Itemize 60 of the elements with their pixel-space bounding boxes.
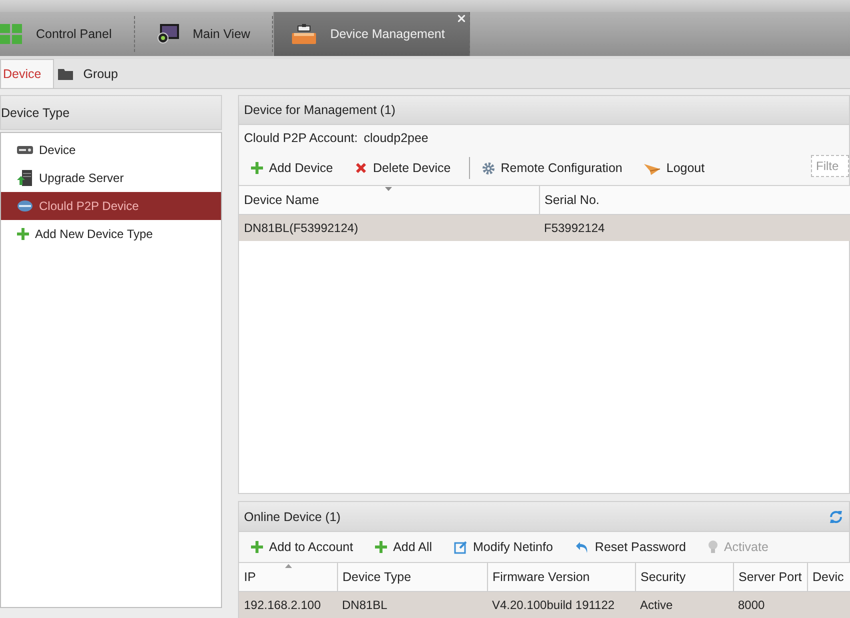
sub-tab[interactable]: Device bbox=[0, 59, 54, 88]
device-type-item[interactable]: Upgrade Server bbox=[1, 164, 221, 192]
toolbar-button[interactable]: Delete Device bbox=[354, 158, 459, 178]
column-header[interactable]: Server Port bbox=[733, 562, 807, 592]
paper-plane-icon bbox=[644, 162, 660, 174]
table-cell: V4.20.100build 191122 bbox=[492, 598, 615, 612]
column-header[interactable]: Security bbox=[635, 562, 733, 592]
cloud-device-icon bbox=[17, 200, 33, 212]
account-name: cloudp2pee bbox=[364, 131, 428, 145]
table-cell: 8000 bbox=[738, 598, 765, 612]
toolbar-button[interactable]: Add All bbox=[375, 537, 440, 557]
column-header[interactable]: Device Type bbox=[337, 562, 487, 592]
monitor-camera-icon bbox=[156, 24, 179, 44]
column-header[interactable]: Firmware Version bbox=[487, 562, 635, 592]
table-cell: 192.168.2.100 bbox=[244, 598, 321, 612]
main-tab[interactable]: Device Management bbox=[273, 12, 470, 56]
table-row[interactable]: 192.168.2.100 DN81BL V4.20.100build 191122 Active 8000 bbox=[239, 592, 850, 618]
column-header[interactable]: Device Name bbox=[239, 186, 539, 214]
table-cell: DN81BL(F53992124) bbox=[244, 221, 358, 235]
device-type-item[interactable]: Clould P2P Device bbox=[1, 192, 221, 220]
server-upload-icon bbox=[17, 170, 33, 186]
account-label: Clould P2P Account: bbox=[244, 131, 358, 145]
toolbar-button[interactable]: Remote Configuration bbox=[482, 158, 630, 178]
column-header[interactable]: IP bbox=[239, 562, 337, 592]
gear-icon bbox=[482, 162, 495, 174]
plus-icon bbox=[251, 541, 263, 553]
main-tab[interactable]: Control Panel bbox=[0, 16, 135, 52]
refresh-icon[interactable] bbox=[829, 510, 843, 524]
edit-icon bbox=[454, 540, 468, 554]
sort-up-icon bbox=[285, 564, 292, 568]
cross-icon bbox=[354, 162, 367, 174]
main-tab[interactable]: Main View bbox=[134, 16, 274, 52]
panel-title: Device for Management (1) bbox=[239, 96, 849, 125]
device-type-item[interactable]: Device bbox=[1, 136, 221, 164]
plus-icon bbox=[375, 541, 388, 553]
table-cell: F53992124 bbox=[544, 221, 605, 235]
plus-icon bbox=[17, 228, 29, 240]
panel-title: Online Device (1) bbox=[244, 510, 341, 524]
sub-tab[interactable]: Group bbox=[54, 60, 130, 88]
sort-down-icon bbox=[385, 187, 392, 191]
table-cell: Active bbox=[640, 598, 673, 612]
toolbar-button[interactable]: Logout bbox=[644, 158, 713, 178]
column-header[interactable]: Devic bbox=[807, 562, 850, 592]
table-cell: DN81BL bbox=[342, 598, 388, 612]
device-type-item[interactable]: Add New Device Type bbox=[1, 220, 221, 248]
light-bulb-icon bbox=[708, 540, 718, 554]
toolbar-button[interactable]: Modify Netinfo bbox=[454, 537, 561, 557]
filter-field[interactable]: Filte bbox=[811, 155, 849, 177]
toolbar-button[interactable]: Reset Password bbox=[574, 537, 694, 557]
plus-icon bbox=[251, 162, 263, 174]
folder-icon bbox=[58, 68, 74, 80]
toolbox-icon bbox=[292, 24, 316, 44]
toolbar-button[interactable]: Add Device bbox=[251, 158, 341, 178]
undo-arrow-icon bbox=[574, 540, 589, 554]
close-icon[interactable] bbox=[458, 15, 465, 22]
toolbar-button[interactable]: Add to Account bbox=[251, 537, 362, 557]
column-header[interactable]: Serial No. bbox=[539, 186, 850, 214]
grid-icon bbox=[0, 24, 22, 44]
panel-title: Device Type bbox=[0, 95, 222, 130]
recorder-icon bbox=[17, 145, 33, 155]
